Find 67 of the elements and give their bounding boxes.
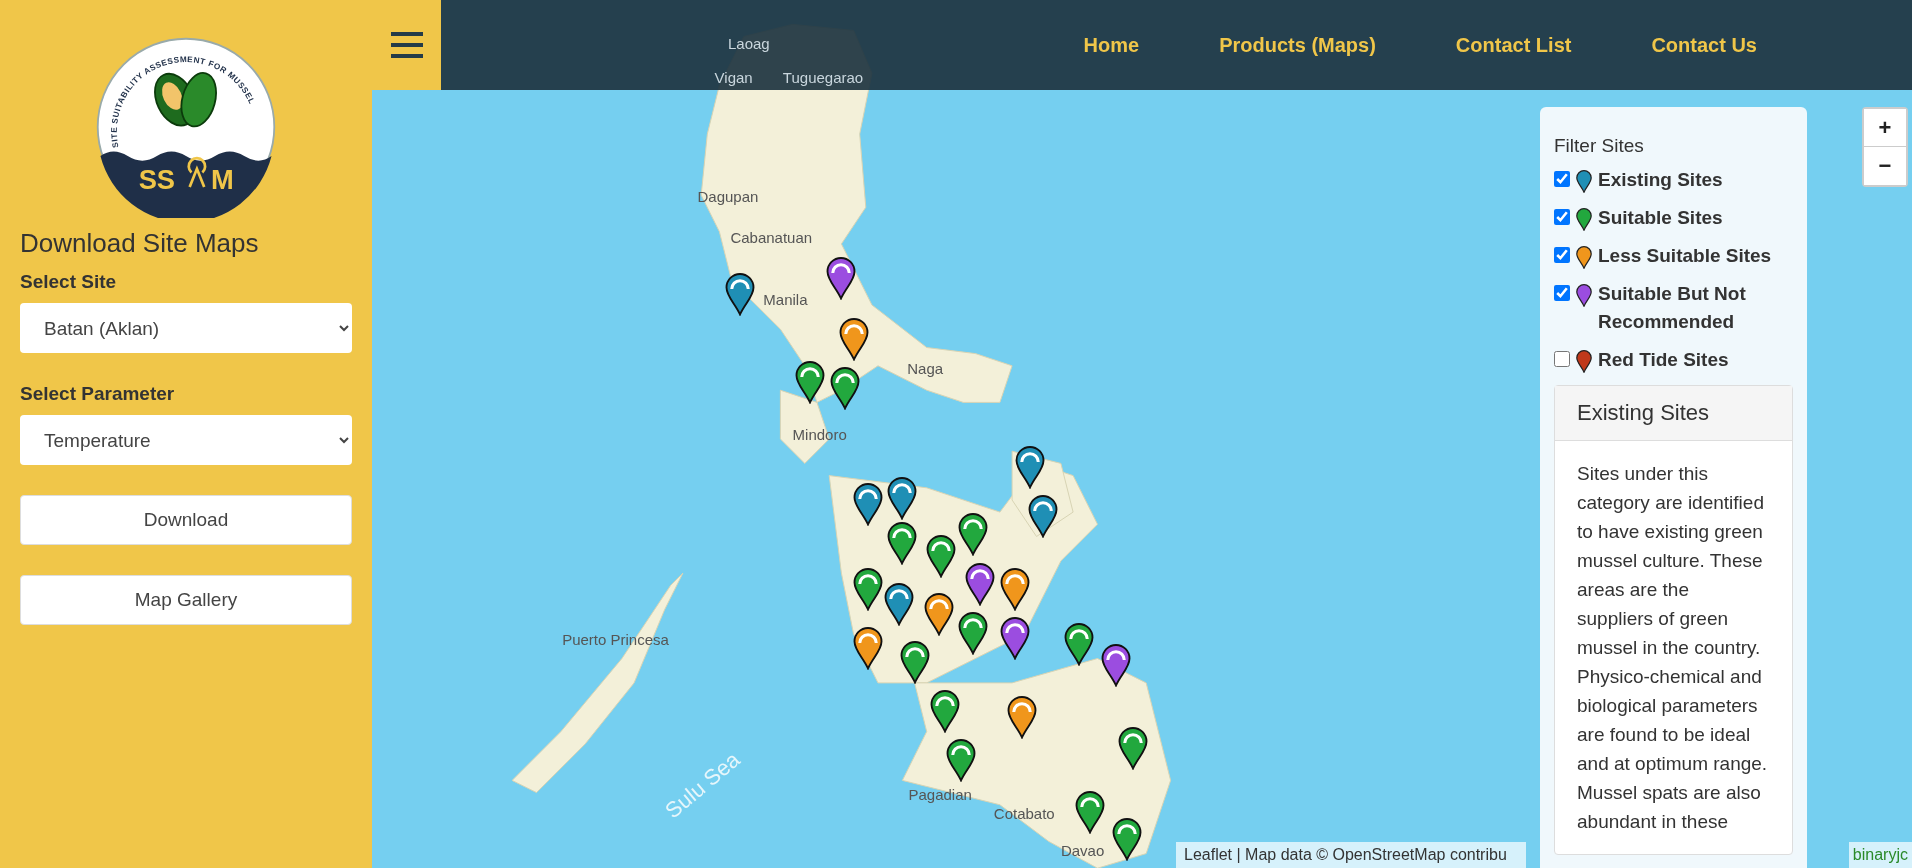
map-marker[interactable]: [794, 358, 825, 404]
map-marker[interactable]: [999, 614, 1030, 660]
map-marker[interactable]: [853, 624, 884, 670]
map-marker[interactable]: [853, 566, 884, 612]
filter-checkbox[interactable]: [1554, 209, 1570, 225]
filter-label: Less Suitable Sites: [1598, 244, 1772, 268]
filter-checkbox[interactable]: [1554, 171, 1570, 187]
map-marker[interactable]: [999, 566, 1030, 612]
map-marker[interactable]: [1027, 493, 1058, 539]
panel-title: Filter Sites: [1554, 135, 1645, 157]
map-marker[interactable]: [838, 316, 869, 362]
filter-checkbox[interactable]: [1554, 351, 1570, 367]
map-marker[interactable]: [826, 255, 857, 301]
map-marker[interactable]: [958, 511, 989, 557]
map-marker[interactable]: [887, 519, 918, 565]
nav-link[interactable]: Contact List: [1455, 33, 1572, 57]
dropdown-field[interactable]: Temperature: [20, 415, 352, 465]
map-place-label: Cabanatuan: [730, 228, 813, 246]
attribution-link[interactable]: binaryjc: [1848, 842, 1912, 868]
card-text: Sites under this category are identified to have existing green mussel culture. These areas are the suppliers of green mussel in the country. Physico-chemical and biological parameters are found to be ideal and at optimum range. Mussel spats are also abundant in these: [1576, 462, 1769, 834]
map-attribution: Leaflet | Map data © OpenStreetMap contribu: [1176, 842, 1526, 868]
map-marker[interactable]: [1064, 621, 1095, 667]
map-marker[interactable]: [1100, 641, 1131, 687]
map-place-label: Tuguegarao: [782, 68, 864, 86]
nav-link[interactable]: Contact Us: [1651, 33, 1757, 57]
map-place-label: Manila: [763, 290, 808, 308]
dropdown-field[interactable]: Batan (Aklan): [20, 303, 352, 353]
map-marker[interactable]: [1075, 789, 1106, 835]
map-marker[interactable]: [830, 365, 861, 410]
sidebar-title: Download Site Maps: [20, 228, 260, 259]
map-marker[interactable]: [945, 736, 976, 782]
filter-label: Existing Sites: [1598, 168, 1723, 192]
nav-link[interactable]: Home: [1083, 33, 1140, 57]
map-marker[interactable]: [923, 590, 954, 636]
field-label: Select Site: [20, 271, 118, 293]
map-marker[interactable]: [930, 688, 961, 734]
sidebar-button[interactable]: Download: [20, 495, 352, 545]
nav-link[interactable]: Products (Maps): [1219, 33, 1376, 57]
sidebar-button[interactable]: Map Gallery: [20, 575, 352, 625]
map-marker[interactable]: [887, 474, 918, 520]
map-marker[interactable]: [853, 480, 884, 526]
map-marker[interactable]: [958, 610, 989, 656]
menu-icon: [390, 32, 423, 58]
map-marker[interactable]: [1117, 724, 1148, 770]
map-marker[interactable]: [1111, 816, 1142, 862]
map-place-label: Pagadian: [908, 785, 972, 803]
filter-label: Suitable Sites: [1598, 206, 1723, 230]
menu-button[interactable]: [372, 0, 441, 90]
filter-checkbox[interactable]: [1554, 247, 1570, 263]
map-marker[interactable]: [926, 533, 957, 579]
card-header: Existing Sites: [1555, 386, 1792, 441]
map-marker[interactable]: [1006, 694, 1037, 740]
map-marker[interactable]: [899, 639, 930, 685]
map-place-label: Naga: [907, 360, 944, 378]
map-marker[interactable]: [1015, 444, 1046, 490]
zoom-button[interactable]: +: [1864, 109, 1906, 147]
map-place-label: Vigan: [714, 68, 753, 86]
filter-label: Suitable But Not Recommended: [1598, 282, 1747, 334]
filter-checkbox[interactable]: [1554, 285, 1570, 301]
map-place-label: Laoag: [728, 34, 770, 52]
map-place-label: Sulu Sea: [660, 746, 745, 824]
map-place-label: Davao: [1060, 842, 1105, 859]
map-marker[interactable]: [725, 271, 756, 317]
map-marker[interactable]: [965, 561, 996, 607]
filter-label: Red Tide Sites: [1598, 348, 1729, 372]
map-marker[interactable]: [883, 580, 914, 626]
field-label: Select Parameter: [20, 383, 176, 405]
